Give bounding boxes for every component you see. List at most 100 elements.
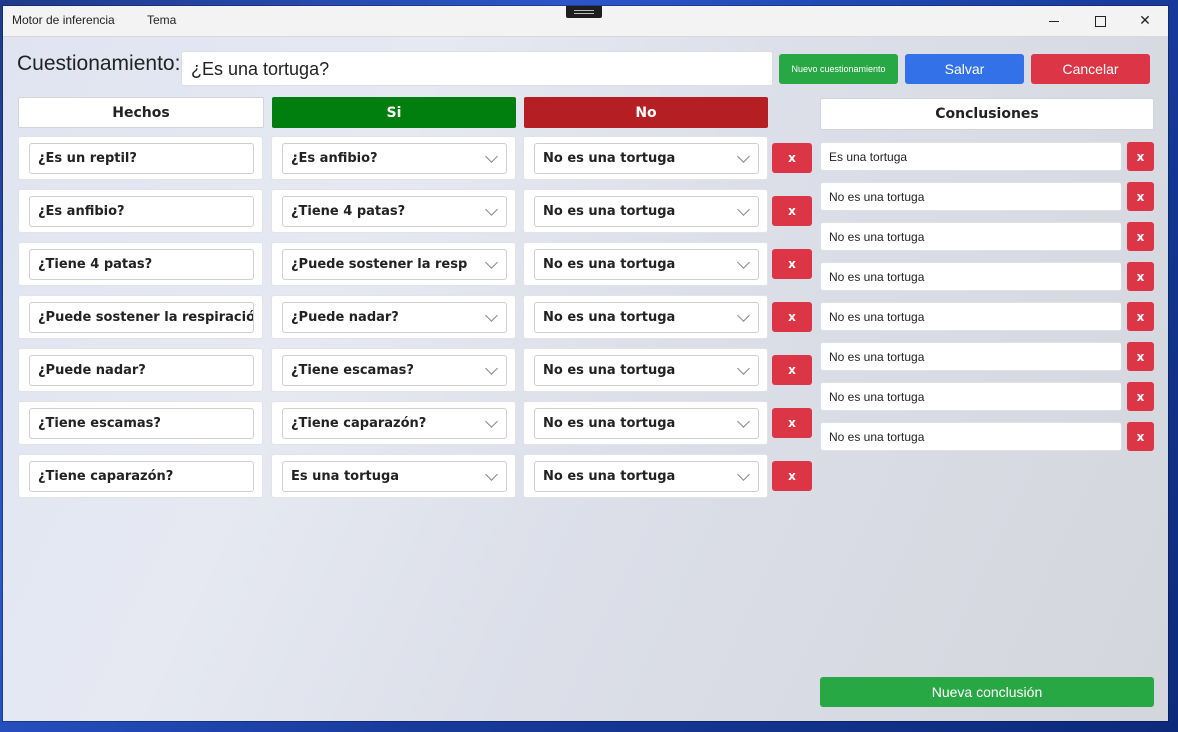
conclusion-input[interactable]: No es una tortuga bbox=[820, 382, 1122, 411]
no-cell: No es una tortuga bbox=[523, 401, 768, 445]
column-header-facts: Hechos bbox=[18, 97, 264, 128]
chevron-down-icon bbox=[737, 415, 750, 428]
fact-cell: ¿Tiene 4 patas? bbox=[18, 242, 263, 286]
question-input[interactable]: ¿Es una tortuga? bbox=[181, 51, 773, 86]
yes-select[interactable]: ¿Tiene caparazón? bbox=[282, 408, 507, 439]
yes-select-value: ¿Tiene 4 patas? bbox=[291, 204, 406, 219]
fact-cell: ¿Es anfibio? bbox=[18, 189, 263, 233]
new-question-button[interactable]: Nuevo cuestionamiento bbox=[779, 54, 898, 84]
delete-rule-button[interactable]: x bbox=[772, 461, 812, 491]
delete-conclusion-button[interactable]: x bbox=[1127, 342, 1154, 371]
window-drag-handle[interactable] bbox=[566, 6, 602, 18]
no-select[interactable]: No es una tortuga bbox=[534, 302, 759, 333]
fact-cell: ¿Tiene escamas? bbox=[18, 401, 263, 445]
yes-select-value: ¿Es anfibio? bbox=[291, 151, 378, 166]
maximize-button[interactable] bbox=[1077, 6, 1123, 36]
no-select-value: No es una tortuga bbox=[543, 204, 676, 219]
delete-conclusion-button[interactable]: x bbox=[1127, 422, 1154, 451]
fact-input[interactable]: ¿Tiene escamas? bbox=[29, 408, 254, 439]
no-select[interactable]: No es una tortuga bbox=[534, 355, 759, 386]
yes-cell: ¿Puede sostener la respirac bbox=[271, 242, 516, 286]
yes-select[interactable]: ¿Es anfibio? bbox=[282, 143, 507, 174]
maximize-icon bbox=[1094, 15, 1106, 27]
chevron-down-icon bbox=[485, 362, 498, 375]
chevron-down-icon bbox=[737, 256, 750, 269]
delete-rule-button[interactable]: x bbox=[772, 249, 812, 279]
cancel-button[interactable]: Cancelar bbox=[1031, 54, 1150, 84]
delete-rule-button[interactable]: x bbox=[772, 143, 812, 173]
conclusion-input[interactable]: No es una tortuga bbox=[820, 182, 1122, 211]
no-select[interactable]: No es una tortuga bbox=[534, 143, 759, 174]
column-header-no: No bbox=[524, 97, 768, 128]
chevron-down-icon bbox=[485, 415, 498, 428]
save-button[interactable]: Salvar bbox=[905, 54, 1024, 84]
chevron-down-icon bbox=[485, 309, 498, 322]
delete-conclusion-button[interactable]: x bbox=[1127, 262, 1154, 291]
yes-select-value: ¿Tiene caparazón? bbox=[291, 416, 427, 431]
conclusion-input[interactable]: No es una tortuga bbox=[820, 262, 1122, 291]
chevron-down-icon bbox=[485, 203, 498, 216]
yes-select[interactable]: ¿Tiene 4 patas? bbox=[282, 196, 507, 227]
new-conclusion-button[interactable]: Nueva conclusión bbox=[820, 677, 1154, 707]
minimize-icon bbox=[1049, 20, 1059, 22]
delete-rule-button[interactable]: x bbox=[772, 408, 812, 438]
yes-cell: ¿Es anfibio? bbox=[271, 136, 516, 180]
fact-input[interactable]: ¿Es anfibio? bbox=[29, 196, 254, 227]
yes-select-value: ¿Tiene escamas? bbox=[291, 363, 414, 378]
yes-cell: ¿Puede nadar? bbox=[271, 295, 516, 339]
no-cell: No es una tortuga bbox=[523, 136, 768, 180]
no-select-value: No es una tortuga bbox=[543, 363, 676, 378]
fact-input[interactable]: ¿Es un reptil? bbox=[29, 143, 254, 174]
column-header-yes: Si bbox=[272, 97, 516, 128]
no-select[interactable]: No es una tortuga bbox=[534, 408, 759, 439]
conclusion-input[interactable]: No es una tortuga bbox=[820, 342, 1122, 371]
close-icon: ✕ bbox=[1139, 13, 1151, 29]
conclusion-input[interactable]: Es una tortuga bbox=[820, 142, 1122, 171]
fact-cell: ¿Puede nadar? bbox=[18, 348, 263, 392]
fact-input[interactable]: ¿Tiene caparazón? bbox=[29, 461, 254, 492]
chevron-down-icon bbox=[485, 256, 498, 269]
no-cell: No es una tortuga bbox=[523, 295, 768, 339]
delete-rule-button[interactable]: x bbox=[772, 355, 812, 385]
delete-conclusion-button[interactable]: x bbox=[1127, 302, 1154, 331]
chevron-down-icon bbox=[737, 468, 750, 481]
fact-input[interactable]: ¿Tiene 4 patas? bbox=[29, 249, 254, 280]
yes-cell: Es una tortuga bbox=[271, 454, 516, 498]
no-select[interactable]: No es una tortuga bbox=[534, 196, 759, 227]
yes-cell: ¿Tiene escamas? bbox=[271, 348, 516, 392]
no-cell: No es una tortuga bbox=[523, 348, 768, 392]
yes-select[interactable]: ¿Tiene escamas? bbox=[282, 355, 507, 386]
question-label: Cuestionamiento: bbox=[17, 52, 181, 75]
yes-cell: ¿Tiene caparazón? bbox=[271, 401, 516, 445]
conclusion-input[interactable]: No es una tortuga bbox=[820, 422, 1122, 451]
minimize-button[interactable] bbox=[1031, 6, 1077, 36]
chevron-down-icon bbox=[485, 468, 498, 481]
delete-conclusion-button[interactable]: x bbox=[1127, 182, 1154, 211]
chevron-down-icon bbox=[737, 150, 750, 163]
fact-input[interactable]: ¿Puede sostener la respiración p bbox=[29, 302, 254, 333]
yes-select-value: Es una tortuga bbox=[291, 469, 400, 484]
delete-conclusion-button[interactable]: x bbox=[1127, 222, 1154, 251]
column-header-conclusions: Conclusiones bbox=[820, 98, 1154, 130]
delete-conclusion-button[interactable]: x bbox=[1127, 142, 1154, 171]
yes-select[interactable]: Es una tortuga bbox=[282, 461, 507, 492]
delete-conclusion-button[interactable]: x bbox=[1127, 382, 1154, 411]
fact-cell: ¿Es un reptil? bbox=[18, 136, 263, 180]
menu-tema[interactable]: Tema bbox=[147, 13, 176, 27]
fact-input[interactable]: ¿Puede nadar? bbox=[29, 355, 254, 386]
no-select-value: No es una tortuga bbox=[543, 257, 676, 272]
yes-select[interactable]: ¿Puede sostener la respirac bbox=[282, 249, 507, 280]
no-select-value: No es una tortuga bbox=[543, 310, 676, 325]
chevron-down-icon bbox=[485, 150, 498, 163]
conclusion-input[interactable]: No es una tortuga bbox=[820, 302, 1122, 331]
no-cell: No es una tortuga bbox=[523, 454, 768, 498]
conclusion-input[interactable]: No es una tortuga bbox=[820, 222, 1122, 251]
chevron-down-icon bbox=[737, 309, 750, 322]
no-select[interactable]: No es una tortuga bbox=[534, 461, 759, 492]
no-select[interactable]: No es una tortuga bbox=[534, 249, 759, 280]
close-button[interactable]: ✕ bbox=[1122, 6, 1168, 36]
delete-rule-button[interactable]: x bbox=[772, 302, 812, 332]
delete-rule-button[interactable]: x bbox=[772, 196, 812, 226]
yes-select[interactable]: ¿Puede nadar? bbox=[282, 302, 507, 333]
menu-motor-de-inferencia[interactable]: Motor de inferencia bbox=[12, 13, 115, 27]
